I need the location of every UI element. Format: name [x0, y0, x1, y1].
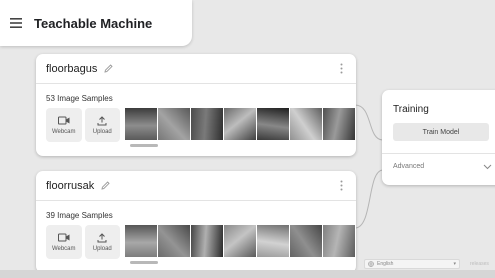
webcam-label: Webcam: [51, 245, 76, 252]
sample-thumbnail[interactable]: [224, 225, 256, 257]
chevron-down-icon: [483, 164, 492, 170]
webcam-label: Webcam: [51, 128, 76, 135]
menu-icon[interactable]: [10, 15, 26, 31]
sample-row: Webcam Upload: [36, 225, 356, 267]
sample-thumbnail[interactable]: [323, 225, 355, 257]
bottom-strip: [0, 270, 495, 278]
upload-icon: [96, 115, 108, 126]
sample-thumbnail[interactable]: [191, 225, 223, 257]
class-name[interactable]: floorbagus: [46, 63, 97, 75]
training-title: Training: [393, 104, 429, 115]
training-panel: Training Train Model Advanced: [382, 90, 495, 185]
thumbnail-strip[interactable]: [125, 225, 356, 257]
class-card-floorbagus: floorbagus 53 Image Samples Webcam Uploa…: [36, 54, 356, 156]
sample-thumbnail[interactable]: [257, 108, 289, 140]
webcam-icon: [57, 233, 70, 243]
app-title: Teachable Machine: [34, 15, 153, 31]
language-select[interactable]: English ▾: [364, 259, 460, 269]
class-card-header: floorbagus: [36, 54, 356, 84]
train-model-button[interactable]: Train Model: [393, 123, 489, 141]
upload-label: Upload: [92, 128, 112, 135]
webcam-button[interactable]: Webcam: [46, 225, 82, 259]
pencil-icon[interactable]: [100, 180, 111, 191]
sample-thumbnail[interactable]: [257, 225, 289, 257]
kebab-menu-icon[interactable]: [336, 62, 346, 76]
class-connector-lines: [355, 104, 384, 229]
sample-thumbnail[interactable]: [158, 108, 190, 140]
samples-count: 53 Image Samples: [46, 94, 113, 103]
samples-count: 39 Image Samples: [46, 211, 113, 220]
advanced-toggle[interactable]: Advanced: [382, 154, 495, 170]
kebab-menu-icon[interactable]: [336, 179, 346, 193]
sample-thumbnail[interactable]: [191, 108, 223, 140]
webcam-icon: [57, 116, 70, 126]
advanced-label: Advanced: [393, 163, 425, 170]
sample-thumbnail[interactable]: [323, 108, 355, 140]
upload-button[interactable]: Upload: [84, 108, 120, 142]
sample-thumbnail[interactable]: [158, 225, 190, 257]
sample-thumbnail[interactable]: [290, 108, 322, 140]
sample-thumbnail[interactable]: [224, 108, 256, 140]
sample-thumbnail[interactable]: [125, 225, 157, 257]
upload-icon: [96, 232, 108, 243]
sample-thumbnail[interactable]: [125, 108, 157, 140]
class-card-floorrusak: floorrusak 39 Image Samples Webcam Uploa…: [36, 171, 356, 273]
thumbnail-strip[interactable]: [125, 108, 356, 140]
upload-label: Upload: [92, 245, 112, 252]
pencil-icon[interactable]: [103, 63, 114, 74]
footer-link[interactable]: releases: [470, 261, 489, 267]
webcam-button[interactable]: Webcam: [46, 108, 82, 142]
globe-icon: [368, 261, 374, 267]
sample-row: Webcam Upload: [36, 108, 356, 150]
language-caret-icon: ▾: [453, 261, 456, 267]
class-card-header: floorrusak: [36, 171, 356, 201]
language-value: English: [377, 261, 394, 267]
sample-thumbnail[interactable]: [290, 225, 322, 257]
app-header: Teachable Machine: [0, 0, 192, 46]
class-name[interactable]: floorrusak: [46, 180, 94, 192]
upload-button[interactable]: Upload: [84, 225, 120, 259]
